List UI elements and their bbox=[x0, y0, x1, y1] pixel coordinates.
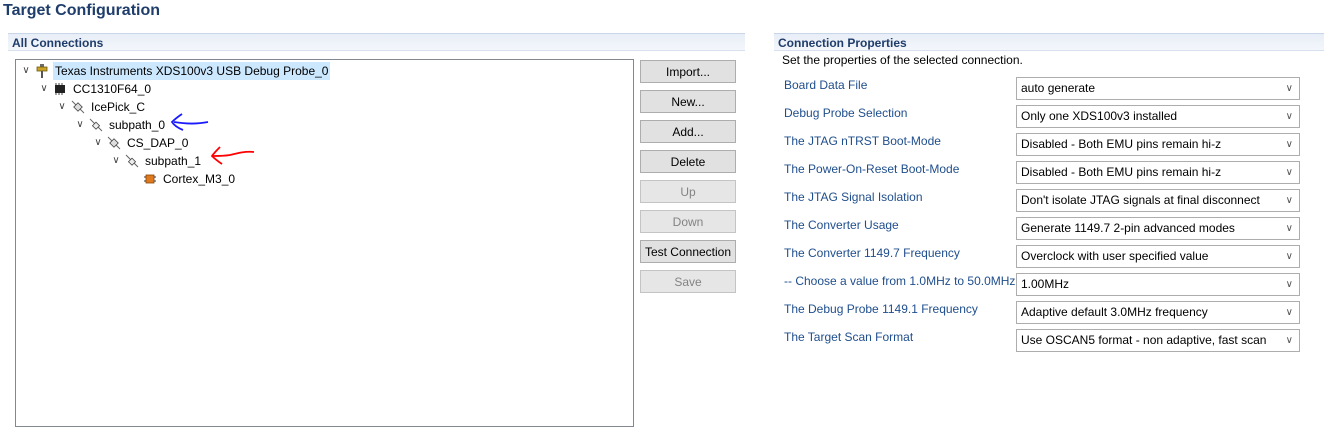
save-button[interactable]: Save bbox=[640, 270, 736, 293]
chevron-down-icon[interactable]: ∨ bbox=[38, 80, 50, 98]
select-value: Generate 1149.7 2-pin advanced modes bbox=[1021, 221, 1235, 235]
debug-probe-selection-select[interactable]: Only one XDS100v3 installed ∨ bbox=[1016, 105, 1300, 128]
frequency-value-combo[interactable]: 1.00MHz ∨ bbox=[1016, 273, 1300, 296]
chevron-down-icon[interactable]: ∨ bbox=[20, 62, 32, 80]
select-value: Disabled - Both EMU pins remain hi-z bbox=[1021, 137, 1222, 151]
up-button[interactable]: Up bbox=[640, 180, 736, 203]
tree-node-debug-probe[interactable]: ∨ Texas Instruments XDS100v3 USB Debug P… bbox=[20, 62, 331, 80]
chevron-down-icon: ∨ bbox=[1285, 83, 1293, 94]
prop-label-power-on-reset-boot-mode: The Power-On-Reset Boot-Mode bbox=[784, 162, 960, 176]
delete-button[interactable]: Delete bbox=[640, 150, 736, 173]
chevron-down-icon[interactable]: ∨ bbox=[92, 134, 104, 152]
select-value: 1.00MHz bbox=[1021, 277, 1070, 291]
prop-label-jtag-signal-isolation: The JTAG Signal Isolation bbox=[784, 190, 923, 204]
test-connection-button[interactable]: Test Connection bbox=[640, 240, 736, 263]
tree-node-label: subpath_1 bbox=[145, 154, 202, 168]
blue-arrow-annotation bbox=[170, 113, 209, 131]
select-value: Disabled - Both EMU pins remain hi-z bbox=[1021, 165, 1222, 179]
red-arrow-annotation bbox=[210, 146, 255, 165]
import-button[interactable]: Import... bbox=[640, 60, 736, 83]
board-data-file-select[interactable]: auto generate ∨ bbox=[1016, 77, 1300, 100]
chevron-down-icon: ∨ bbox=[1285, 279, 1293, 290]
select-value: auto generate bbox=[1021, 81, 1096, 95]
tree-node-label: Texas Instruments XDS100v3 USB Debug Pro… bbox=[53, 62, 331, 80]
cpu-core-icon bbox=[144, 174, 156, 184]
down-button[interactable]: Down bbox=[640, 210, 736, 233]
prop-label-converter-1149-7-frequency: The Converter 1149.7 Frequency bbox=[784, 246, 960, 260]
add-button[interactable]: Add... bbox=[640, 120, 736, 143]
select-value: Adaptive default 3.0MHz frequency bbox=[1021, 305, 1208, 319]
chip-icon bbox=[55, 83, 65, 95]
router-icon bbox=[107, 136, 121, 150]
prop-label-debug-probe-selection: Debug Probe Selection bbox=[784, 106, 908, 120]
subpath-icon bbox=[89, 118, 103, 132]
connection-properties-header: Connection Properties bbox=[774, 33, 1324, 51]
jtag-signal-isolation-select[interactable]: Don't isolate JTAG signals at final disc… bbox=[1016, 189, 1300, 212]
chevron-down-icon: ∨ bbox=[1285, 335, 1293, 346]
jtag-ntrst-boot-mode-select[interactable]: Disabled - Both EMU pins remain hi-z ∨ bbox=[1016, 133, 1300, 156]
debug-probe-1149-1-frequency-select[interactable]: Adaptive default 3.0MHz frequency ∨ bbox=[1016, 301, 1300, 324]
tree-node-subpath-0[interactable]: ∨ subpath_0 bbox=[74, 116, 167, 134]
chevron-down-icon: ∨ bbox=[1285, 195, 1293, 206]
target-scan-format-select[interactable]: Use OSCAN5 format - non adaptive, fast s… bbox=[1016, 329, 1300, 352]
chevron-down-icon[interactable]: ∨ bbox=[56, 98, 68, 116]
select-value: Use OSCAN5 format - non adaptive, fast s… bbox=[1021, 333, 1267, 347]
tree-node-label: CC1310F64_0 bbox=[73, 82, 152, 96]
chevron-down-icon: ∨ bbox=[1285, 111, 1293, 122]
prop-label-jtag-ntrst-boot-mode: The JTAG nTRST Boot-Mode bbox=[784, 134, 941, 148]
prop-label-debug-probe-1149-1-frequency: The Debug Probe 1149.1 Frequency bbox=[784, 302, 978, 316]
subpath-icon bbox=[125, 154, 139, 168]
chevron-down-icon: ∨ bbox=[1285, 251, 1293, 262]
debug-probe-icon bbox=[36, 64, 48, 78]
power-on-reset-boot-mode-select[interactable]: Disabled - Both EMU pins remain hi-z ∨ bbox=[1016, 161, 1300, 184]
chevron-down-icon: ∨ bbox=[1285, 167, 1293, 178]
all-connections-header: All Connections bbox=[8, 33, 745, 51]
prop-label-choose-frequency-value: -- Choose a value from 1.0MHz to 50.0MHz bbox=[784, 274, 1016, 288]
connections-tree[interactable]: ∨ Texas Instruments XDS100v3 USB Debug P… bbox=[15, 59, 634, 427]
tree-node-label: subpath_0 bbox=[109, 118, 166, 132]
properties-description: Set the properties of the selected conne… bbox=[782, 53, 1023, 67]
prop-label-board-data-file: Board Data File bbox=[784, 78, 868, 92]
page-title: Target Configuration bbox=[3, 2, 161, 19]
new-button[interactable]: New... bbox=[640, 90, 736, 113]
tree-node-label: Cortex_M3_0 bbox=[163, 172, 236, 186]
select-value: Only one XDS100v3 installed bbox=[1021, 109, 1178, 123]
prop-label-target-scan-format: The Target Scan Format bbox=[784, 330, 914, 344]
chevron-down-icon[interactable]: ∨ bbox=[74, 116, 86, 134]
chevron-down-icon: ∨ bbox=[1285, 307, 1293, 318]
tree-node-icepick[interactable]: ∨ IcePick_C bbox=[56, 98, 147, 116]
select-value: Don't isolate JTAG signals at final disc… bbox=[1021, 193, 1260, 207]
tree-node-cs-dap[interactable]: ∨ CS_DAP_0 bbox=[92, 134, 190, 152]
converter-usage-select[interactable]: Generate 1149.7 2-pin advanced modes ∨ bbox=[1016, 217, 1300, 240]
tree-node-label: CS_DAP_0 bbox=[127, 136, 189, 150]
prop-label-converter-usage: The Converter Usage bbox=[784, 218, 899, 232]
tree-node-label: IcePick_C bbox=[91, 100, 146, 114]
tree-node-cortex[interactable]: Cortex_M3_0 bbox=[140, 170, 237, 188]
tree-node-subpath-1[interactable]: ∨ subpath_1 bbox=[110, 152, 203, 170]
chevron-down-icon: ∨ bbox=[1285, 139, 1293, 150]
router-icon bbox=[71, 100, 85, 114]
tree-node-device[interactable]: ∨ CC1310F64_0 bbox=[38, 80, 153, 98]
converter-1149-7-frequency-select[interactable]: Overclock with user specified value ∨ bbox=[1016, 245, 1300, 268]
chevron-down-icon: ∨ bbox=[1285, 223, 1293, 234]
select-value: Overclock with user specified value bbox=[1021, 249, 1209, 263]
chevron-down-icon[interactable]: ∨ bbox=[110, 152, 122, 170]
